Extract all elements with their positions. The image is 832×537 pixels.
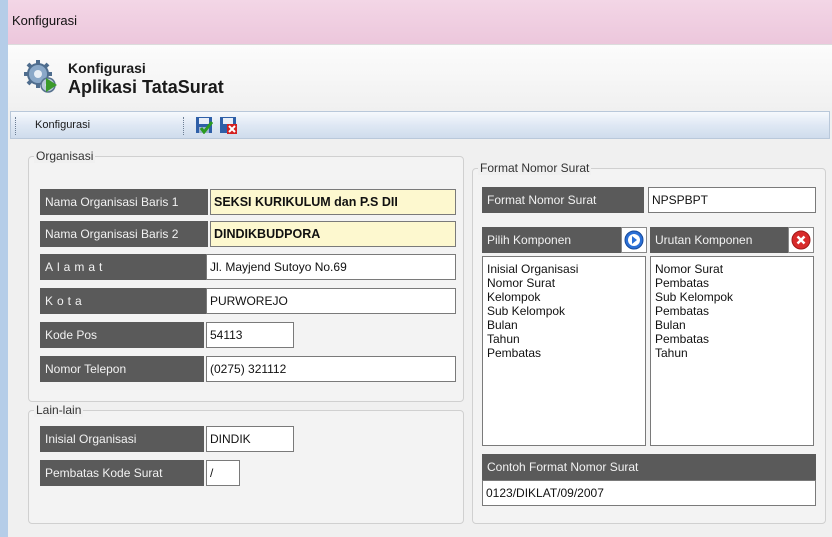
list-item[interactable]: Bulan	[655, 319, 813, 333]
close-icon[interactable]	[791, 230, 811, 250]
contoh-format-field[interactable]: 0123/DIKLAT/09/2007	[482, 480, 816, 506]
urutan-komponen-list[interactable]: Nomor Surat Pembatas Sub Kelompok Pembat…	[650, 256, 814, 446]
pilih-komponen-list[interactable]: Inisial Organisasi Nomor Surat Kelompok …	[482, 256, 646, 446]
nama-baris2-label: Nama Organisasi Baris 2	[40, 221, 208, 247]
list-item[interactable]: Pembatas	[487, 347, 645, 361]
remove-button-frame[interactable]	[788, 227, 814, 253]
header-banner: Konfigurasi Aplikasi TataSurat	[8, 44, 832, 111]
toolbar-grip[interactable]	[15, 117, 18, 135]
format-nomor-label: Format Nomor Surat	[482, 187, 644, 213]
client-area: Konfigurasi Aplikasi TataSurat Konfigura…	[8, 44, 832, 537]
telepon-label: Nomor Telepon	[40, 356, 204, 382]
save-icon[interactable]	[195, 116, 213, 134]
list-item[interactable]: Tahun	[487, 333, 645, 347]
gear-icon	[24, 60, 57, 93]
list-item[interactable]: Inisial Organisasi	[487, 263, 645, 277]
nama-baris1-label: Nama Organisasi Baris 1	[40, 189, 208, 215]
toolbar-separator	[183, 117, 186, 135]
window-title: Konfigurasi	[12, 13, 78, 28]
list-item[interactable]: Sub Kelompok	[655, 291, 813, 305]
list-item[interactable]: Tahun	[655, 347, 813, 361]
pilih-komponen-label: Pilih Komponen	[482, 227, 622, 253]
inisial-label: Inisial Organisasi	[40, 426, 204, 452]
header-subtitle: Konfigurasi	[68, 60, 146, 76]
format-legend: Format Nomor Surat	[478, 161, 592, 175]
pembatas-field[interactable]: /	[206, 460, 240, 486]
pembatas-label: Pembatas Kode Surat	[40, 460, 204, 486]
list-item[interactable]: Kelompok	[487, 291, 645, 305]
title-bar: Konfigurasi	[8, 0, 832, 44]
urutan-komponen-label: Urutan Komponen	[650, 227, 788, 253]
list-item[interactable]: Pembatas	[655, 277, 813, 291]
list-item[interactable]: Pembatas	[655, 305, 813, 319]
list-item[interactable]: Nomor Surat	[655, 263, 813, 277]
alamat-field[interactable]: Jl. Mayjend Sutoyo No.69	[206, 254, 456, 280]
alamat-label: Alamat	[40, 254, 208, 280]
nama-baris2-field[interactable]: DINDIKBUDPORA	[210, 221, 456, 247]
header-title: Aplikasi TataSurat	[68, 77, 224, 97]
kode-pos-field[interactable]: 54113	[206, 322, 294, 348]
add-button-frame[interactable]	[621, 227, 647, 253]
kota-label: Kota	[40, 288, 208, 314]
toolbar: Konfigurasi	[10, 111, 830, 139]
nama-baris1-field[interactable]: SEKSI KURIKULUM dan P.S DII	[210, 189, 456, 215]
telepon-field[interactable]: (0275) 321112	[206, 356, 456, 382]
toolbar-label: Konfigurasi	[35, 119, 91, 131]
list-item[interactable]: Nomor Surat	[487, 277, 645, 291]
window-frame: Konfigurasi Konfigurasi Aplikasi TataSur…	[0, 0, 832, 537]
contoh-format-label: Contoh Format Nomor Surat	[482, 454, 816, 480]
lain-legend: Lain-lain	[34, 403, 84, 417]
inisial-field[interactable]: DINDIK	[206, 426, 294, 452]
list-item[interactable]: Bulan	[487, 319, 645, 333]
cancel-save-icon[interactable]	[219, 116, 237, 134]
list-item[interactable]: Sub Kelompok	[487, 305, 645, 319]
arrow-right-icon[interactable]	[624, 230, 644, 250]
kode-pos-label: Kode Pos	[40, 322, 204, 348]
format-nomor-field[interactable]: NPSPBPT	[648, 187, 816, 213]
kota-field[interactable]: PURWOREJO	[206, 288, 456, 314]
list-item[interactable]: Pembatas	[655, 333, 813, 347]
organisasi-legend: Organisasi	[34, 149, 96, 163]
